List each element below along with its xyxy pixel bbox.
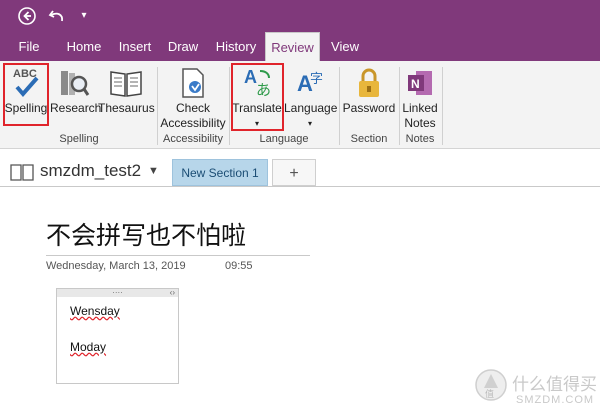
ribbon-separator [229,67,230,145]
research-icon [50,65,98,101]
notebook-name[interactable]: smzdm_test2 [40,161,141,181]
misspelled-word[interactable]: Moday [70,340,106,354]
tab-history[interactable]: History [210,32,262,61]
linked-label: Linked [402,101,438,115]
thesaurus-icon [98,65,154,101]
title-underline [46,255,310,256]
research-label: Research [50,101,102,115]
add-section-button[interactable]: + [272,159,316,186]
ribbon-review: ABC Spelling Research Thesaurus Spelling… [0,61,600,149]
spelling-highlight [3,63,49,126]
svg-text:N: N [411,77,420,91]
ribbon-separator [442,67,443,145]
research-button[interactable]: Research [50,65,102,116]
password-label: Password [342,101,396,115]
accessibility-label: Accessibility [160,116,226,130]
notebook-icon [10,163,34,186]
watermark-text: 什么值得买 [512,375,597,395]
tab-draw[interactable]: Draw [164,32,202,61]
ribbon-tabs: File Home Insert Draw History Review Vie… [0,32,600,61]
watermark-logo-icon: 值 [474,368,508,407]
note-container[interactable]: ···· ‹› Wensday Moday [56,288,179,384]
quick-access-dropdown-icon[interactable]: ▾ [74,6,94,26]
thesaurus-label: Thesaurus [98,101,155,115]
tab-file[interactable]: File [10,32,48,61]
language-button[interactable]: A 字 Language ▾ [284,65,338,131]
tab-new-section-1[interactable]: New Section 1 [172,159,268,186]
tab-home[interactable]: Home [61,32,107,61]
page-time: 09:55 [225,260,253,272]
linked-notes-button[interactable]: N Linked Notes [400,65,440,131]
tab-review[interactable]: Review [265,32,320,61]
group-label-section: Section [350,133,388,145]
watermark-subtext: SMZDM.COM [516,394,595,406]
group-label-spelling: Spelling [59,133,99,145]
drag-handle-icon[interactable]: ···· [112,288,123,297]
accessibility-icon [158,65,228,101]
back-icon[interactable] [17,6,37,26]
title-bar: ▾ [0,0,600,32]
tab-insert[interactable]: Insert [114,32,156,61]
svg-text:值: 值 [485,388,494,399]
notebook-dropdown-icon[interactable]: ▼ [148,165,159,177]
svg-text:字: 字 [310,72,323,87]
check-accessibility-button[interactable]: Check Accessibility [158,65,228,131]
language-label: Language [284,101,338,115]
lock-icon [340,65,398,101]
password-button[interactable]: Password [340,65,398,116]
group-label-accessibility: Accessibility [163,133,223,145]
page-date: Wednesday, March 13, 2019 [46,260,186,272]
undo-icon[interactable] [47,6,67,26]
page-title[interactable]: 不会拼写也不怕啦 [46,216,246,252]
group-label-notes: Notes [405,133,435,145]
group-label-language: Language [259,133,309,145]
check-label: Check [175,101,210,115]
resize-arrows-icon[interactable]: ‹› [170,289,175,297]
notes-label: Notes [404,116,436,130]
thesaurus-button[interactable]: Thesaurus [98,65,155,116]
tab-view[interactable]: View [326,32,364,61]
note-container-handle[interactable]: ···· ‹› [57,289,178,297]
language-icon: A 字 [284,65,336,101]
onenote-icon: N [400,65,440,101]
translate-highlight [231,63,284,131]
misspelled-word[interactable]: Wensday [70,304,120,318]
language-dropdown-icon[interactable]: ▾ [284,116,336,131]
